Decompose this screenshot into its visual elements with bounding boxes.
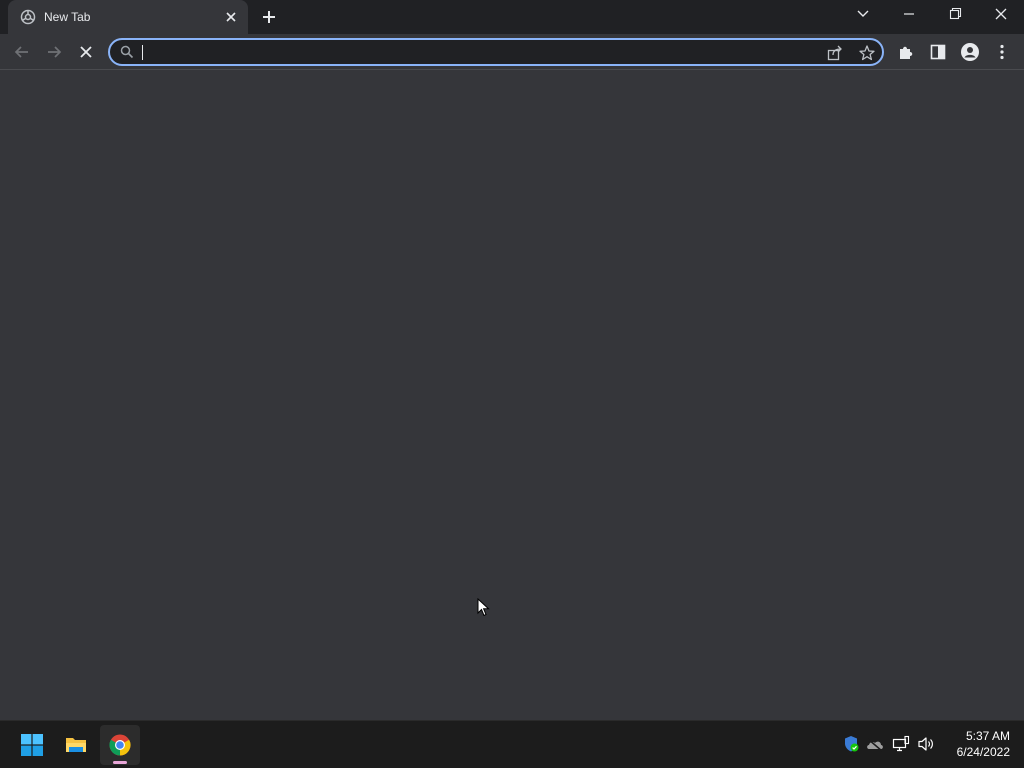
- chrome-new-tab-icon: [20, 9, 36, 25]
- chrome-icon: [109, 734, 131, 756]
- share-icon[interactable]: [826, 44, 844, 62]
- folder-icon: [65, 734, 87, 756]
- network-icon[interactable]: [892, 735, 910, 753]
- kebab-menu-icon[interactable]: [992, 42, 1012, 62]
- close-icon[interactable]: [223, 9, 239, 25]
- clock-date: 6/24/2022: [956, 745, 1010, 759]
- stop-x-icon[interactable]: [76, 42, 96, 62]
- page-content: [0, 70, 1024, 720]
- desktop-screen: New Tab 5:37 AM 6/24/2022: [0, 0, 1024, 768]
- search-icon: [120, 45, 134, 59]
- volume-icon[interactable]: [917, 735, 935, 753]
- windows-icon: [21, 734, 43, 756]
- puzzle-icon[interactable]: [896, 42, 916, 62]
- person-icon[interactable]: [960, 42, 980, 62]
- arrow-right-icon[interactable]: [44, 42, 64, 62]
- system-clock[interactable]: 5:37 AM 6/24/2022: [940, 728, 1010, 760]
- arrow-left-icon[interactable]: [12, 42, 32, 62]
- defender-icon[interactable]: [842, 735, 860, 753]
- minimize-icon[interactable]: [898, 4, 920, 24]
- plus-icon[interactable]: [260, 8, 278, 26]
- clock-time: 5:37 AM: [965, 729, 1010, 743]
- chrome-taskbar-button[interactable]: [100, 725, 140, 765]
- onedrive-icon[interactable]: [866, 735, 884, 753]
- tab-new-tab[interactable]: New Tab: [8, 0, 248, 34]
- mouse-cursor-icon: [477, 597, 491, 618]
- browser-toolbar: [0, 34, 1024, 70]
- chevron-down-icon[interactable]: [854, 6, 872, 22]
- omnibox[interactable]: [108, 38, 884, 66]
- text-caret: [142, 45, 143, 60]
- side-panel-icon[interactable]: [928, 42, 948, 62]
- tab-title: New Tab: [44, 10, 91, 24]
- address-input[interactable]: [140, 42, 800, 62]
- start-button[interactable]: [12, 725, 52, 765]
- star-icon[interactable]: [858, 44, 876, 62]
- browser-titlebar: New Tab: [0, 0, 1024, 34]
- close-window-icon[interactable]: [990, 4, 1012, 24]
- file-explorer-button[interactable]: [56, 725, 96, 765]
- restore-icon[interactable]: [944, 4, 966, 24]
- active-app-indicator: [113, 761, 127, 764]
